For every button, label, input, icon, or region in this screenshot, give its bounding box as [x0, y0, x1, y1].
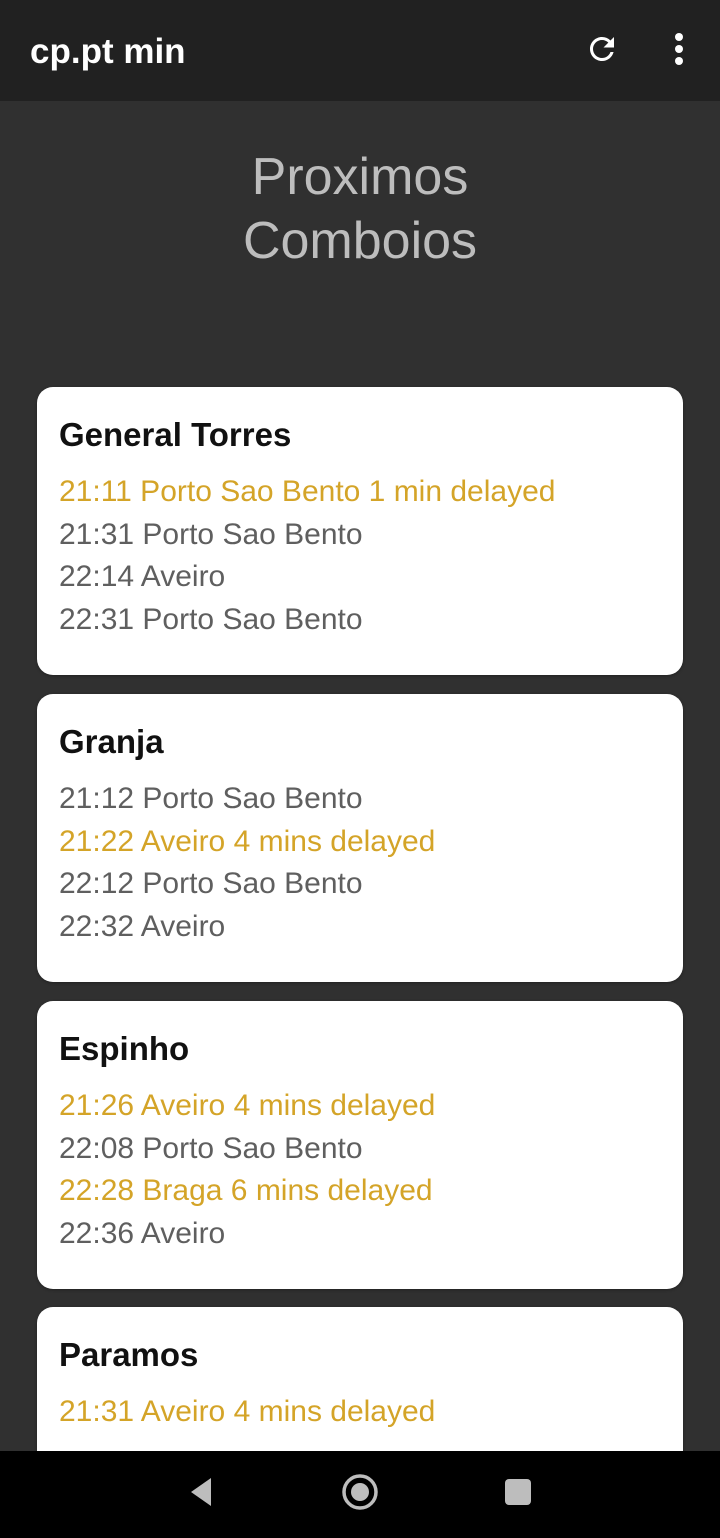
- station-card[interactable]: Espinho 21:26 Aveiro 4 mins delayed 22:0…: [37, 1001, 683, 1289]
- station-card[interactable]: Paramos 21:31 Aveiro 4 mins delayed: [37, 1307, 683, 1451]
- departure-row: 22:12 Porto Sao Bento: [59, 867, 363, 901]
- departure-row: 21:12 Porto Sao Bento: [59, 782, 363, 815]
- back-triangle-icon: [187, 1476, 215, 1513]
- recents-square-icon: [504, 1478, 532, 1511]
- departure-row: 22:28 Braga 6 mins delayed: [59, 1174, 433, 1208]
- departure-row: 22:31 Porto Sao Bento: [59, 602, 363, 636]
- page-title: Proximos Comboios: [0, 145, 720, 273]
- departure-row: 21:31 Porto Sao Bento: [59, 517, 363, 551]
- home-button[interactable]: [320, 1451, 400, 1538]
- station-card[interactable]: Granja 21:12 Porto Sao Bento 21:22 Aveir…: [37, 694, 683, 982]
- page-title-line2: Comboios: [242, 212, 478, 270]
- departure-row: 21:11 Porto Sao Bento 1 min delayed: [59, 475, 556, 508]
- departure-row: 22:36 Aveiro: [59, 1216, 226, 1250]
- app-bar: cp.pt min: [0, 0, 720, 101]
- refresh-icon: [584, 31, 620, 72]
- departure-row: 21:22 Aveiro 4 mins delayed: [59, 824, 436, 858]
- app-title: cp.pt min: [30, 32, 186, 71]
- departure-list[interactable]: 21:12 Porto Sao Bento 21:22 Aveiro 4 min…: [59, 778, 661, 956]
- departure-row: 21:31 Aveiro 4 mins delayed: [59, 1395, 436, 1428]
- departure-list[interactable]: 21:31 Aveiro 4 mins delayed: [59, 1391, 661, 1451]
- page-title-line1: Proximos: [251, 148, 469, 206]
- departure-row: 22:14 Aveiro: [59, 560, 226, 594]
- departure-list[interactable]: 21:11 Porto Sao Bento 1 min delayed 21:3…: [59, 471, 661, 649]
- refresh-button[interactable]: [576, 26, 628, 76]
- home-circle-icon: [341, 1473, 379, 1516]
- station-name: Granja: [59, 723, 164, 760]
- departure-row: 22:08 Porto Sao Bento: [59, 1131, 363, 1165]
- station-name: Espinho: [59, 1030, 190, 1067]
- system-nav-bar: [0, 1451, 720, 1538]
- departure-list[interactable]: 21:26 Aveiro 4 mins delayed 22:08 Porto …: [59, 1085, 661, 1263]
- back-button[interactable]: [161, 1451, 241, 1538]
- station-name: General Torres: [59, 416, 292, 453]
- station-card[interactable]: General Torres 21:11 Porto Sao Bento 1 m…: [37, 387, 683, 675]
- departure-row: 21:26 Aveiro 4 mins delayed: [59, 1089, 436, 1122]
- overflow-menu-button[interactable]: [655, 26, 703, 76]
- more-vert-icon: [674, 32, 684, 71]
- recents-button[interactable]: [478, 1451, 558, 1538]
- station-name: Paramos: [59, 1336, 199, 1373]
- departure-row: 22:32 Aveiro: [59, 909, 226, 943]
